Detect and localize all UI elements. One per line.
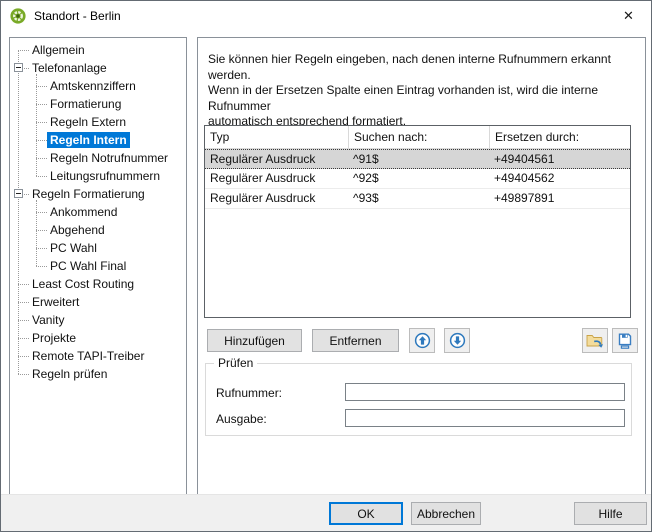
table-cell: Regulärer Ausdruck	[205, 150, 348, 168]
tree-item-label: Erweitert	[29, 294, 82, 310]
tree-connector-line	[18, 284, 29, 285]
tree-item-label: Regeln Formatierung	[29, 186, 148, 202]
remove-rule-button[interactable]: Entfernen	[312, 329, 399, 352]
save-rules-button[interactable]	[612, 328, 638, 353]
column-header[interactable]: Suchen nach:	[348, 126, 489, 148]
tree-item-label: Vanity	[29, 312, 67, 328]
tree-item-label: PC Wahl Final	[47, 258, 129, 274]
ausgabe-input[interactable]	[345, 409, 625, 427]
table-header: TypSuchen nach:Ersetzen durch:	[205, 126, 630, 149]
tree-connector-line	[18, 356, 29, 357]
rules-content-panel: Sie können hier Regeln eingeben, nach de…	[197, 37, 646, 496]
tree-item-vanity[interactable]: Vanity	[10, 311, 186, 329]
tree-connector-line	[36, 230, 47, 231]
tree-item-label: PC Wahl	[47, 240, 100, 256]
ok-button[interactable]: OK	[329, 502, 403, 525]
column-header[interactable]: Ersetzen durch:	[489, 126, 630, 148]
close-icon[interactable]: ✕	[606, 1, 651, 31]
tree-item-allgemein[interactable]: Allgemein	[10, 41, 186, 59]
tree-connector-line	[36, 86, 47, 87]
column-header[interactable]: Typ	[205, 126, 348, 148]
add-rule-button[interactable]: Hinzufügen	[207, 329, 302, 352]
import-rules-button[interactable]	[582, 328, 608, 353]
move-down-button[interactable]	[444, 328, 470, 353]
tree-item-label: Allgemein	[29, 42, 88, 58]
tree-connector-line	[36, 248, 47, 249]
arrow-down-circle-icon	[449, 332, 466, 349]
table-cell: +49404561	[489, 150, 630, 168]
tree-item-remote-tapi-treiber[interactable]: Remote TAPI-Treiber	[10, 347, 186, 365]
tree-item-label: Telefonanlage	[29, 60, 110, 76]
table-cell: ^93$	[348, 189, 489, 208]
rules-table[interactable]: TypSuchen nach:Ersetzen durch: Regulärer…	[204, 125, 631, 318]
app-logo-icon	[10, 8, 26, 24]
tree-item-label: Regeln Extern	[47, 114, 129, 130]
cancel-button[interactable]: Abbrechen	[411, 502, 481, 525]
move-up-button[interactable]	[409, 328, 435, 353]
tree-item-label: Amtskennziffern	[47, 78, 139, 94]
titlebar: Standort - Berlin ✕	[1, 1, 651, 31]
tree-item-label: Regeln Intern	[47, 132, 130, 148]
pruefen-groupbox: Prüfen Rufnummer: Ausgabe:	[205, 363, 632, 436]
dialog-footer: OK Abbrechen Hilfe	[1, 494, 651, 531]
standort-dialog: Standort - Berlin ✕ Allgemein Telefonanla…	[0, 0, 652, 532]
groupbox-title: Prüfen	[214, 356, 257, 370]
table-cell: ^92$	[348, 169, 489, 188]
tree-connector-line	[36, 140, 47, 141]
rufnummer-label: Rufnummer:	[216, 386, 282, 400]
page-description: Sie können hier Regeln eingeben, nach de…	[208, 52, 642, 130]
tree-item-least-cost-routing[interactable]: Least Cost Routing	[10, 275, 186, 293]
table-body: Regulärer Ausdruck^91$+49404561Regulärer…	[205, 149, 630, 209]
tree-item-label: Formatierung	[47, 96, 124, 112]
tree-item-label: Abgehend	[47, 222, 108, 238]
collapse-toggle-icon[interactable]	[14, 63, 23, 72]
table-cell: Regulärer Ausdruck	[205, 189, 348, 208]
help-button[interactable]: Hilfe	[574, 502, 647, 525]
tree-item-label: Ankommend	[47, 204, 120, 220]
table-row[interactable]: Regulärer Ausdruck^91$+49404561	[205, 149, 630, 169]
collapse-toggle-icon[interactable]	[14, 189, 23, 198]
table-cell: +49897891	[489, 189, 630, 208]
tree-guide-line	[36, 74, 37, 176]
tree-guide-line	[18, 50, 19, 374]
table-cell: ^91$	[348, 150, 489, 168]
tree-item-label: Leitungsrufnummern	[47, 168, 163, 184]
tree-connector-line	[18, 338, 29, 339]
folder-import-icon	[586, 333, 604, 349]
tree-connector-line	[18, 302, 29, 303]
tree-item-label: Remote TAPI-Treiber	[29, 348, 147, 364]
tree-item-label: Projekte	[29, 330, 79, 346]
table-row[interactable]: Regulärer Ausdruck^93$+49897891	[205, 189, 630, 209]
ausgabe-label: Ausgabe:	[216, 412, 267, 426]
tree-connector-line	[36, 122, 47, 123]
rufnummer-input[interactable]	[345, 383, 625, 401]
tree-connector-line	[18, 320, 29, 321]
window-title: Standort - Berlin	[34, 9, 121, 23]
tree-connector-line	[36, 158, 47, 159]
tree-connector-line	[18, 50, 29, 51]
save-floppy-icon	[617, 333, 633, 349]
tree-connector-line	[36, 176, 47, 177]
table-cell: +49404562	[489, 169, 630, 188]
tree-connector-line	[36, 212, 47, 213]
tree-connector-line	[36, 104, 47, 105]
tree-item-regeln-pr-fen[interactable]: Regeln prüfen	[10, 365, 186, 383]
settings-tree: Allgemein Telefonanlage Amtskennziffern For…	[9, 37, 187, 496]
tree-item-erweitert[interactable]: Erweitert	[10, 293, 186, 311]
tree-item-label: Regeln Notrufnummer	[47, 150, 171, 166]
tree-item-label: Least Cost Routing	[29, 276, 137, 292]
table-cell: Regulärer Ausdruck	[205, 169, 348, 188]
table-row[interactable]: Regulärer Ausdruck^92$+49404562	[205, 169, 630, 189]
arrow-up-circle-icon	[414, 332, 431, 349]
tree-item-label: Regeln prüfen	[29, 366, 110, 382]
tree-connector-line	[18, 374, 29, 375]
tree-item-projekte[interactable]: Projekte	[10, 329, 186, 347]
tree-guide-line	[36, 200, 37, 266]
tree-connector-line	[36, 266, 47, 267]
